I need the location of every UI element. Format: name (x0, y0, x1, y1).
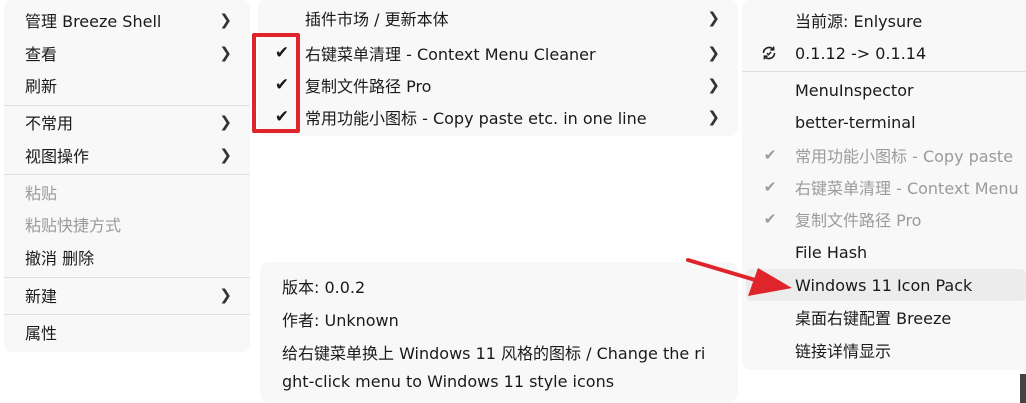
plugin-info-panel: 版本: 0.0.2 作者: Unknown 给右键菜单换上 Windows 11… (260, 262, 738, 402)
menu-item-label: 刷新 (25, 77, 58, 96)
menu-item-label: 常用功能小图标 - Copy paste etc. in one line (305, 109, 647, 128)
menu-item-plugin-better-terminal[interactable]: better-terminal (742, 106, 1026, 138)
menu-item-label: 新建 (25, 287, 58, 306)
menu-item-label: 桌面右键配置 Breeze (795, 309, 952, 328)
menu-item-manage-breeze-shell[interactable]: 管理 Breeze Shell ❯ (4, 4, 250, 36)
menu-item-uncommon[interactable]: 不常用 ❯ (4, 106, 250, 138)
menu-item-plugin-copy-file-path-pro[interactable]: ✔ 复制文件路径 Pro (742, 203, 1026, 235)
menu-item-label: 0.1.12 -> 0.1.14 (795, 43, 927, 63)
menu-item-copy-file-path-pro[interactable]: ✔ 复制文件路径 Pro ❯ (258, 69, 738, 101)
menu-item-label: 不常用 (25, 114, 74, 133)
chevron-right-icon: ❯ (707, 44, 720, 62)
menu-item-label: 链接详情显示 (795, 342, 892, 361)
plugin-description-line2: ght-click menu to Windows 11 style icons (282, 372, 615, 391)
menu-item-label: Windows 11 Icon Pack (795, 275, 973, 295)
menu-item-plugin-market[interactable]: 插件市场 / 更新本体 ❯ (258, 2, 738, 34)
context-menu-plugin-market: 当前源: Enlysure 0.1.12 -> 0.1.14 MenuInspe… (742, 0, 1026, 370)
chevron-right-icon: ❯ (219, 11, 232, 29)
chevron-right-icon: ❯ (219, 113, 232, 131)
annotation-arrow (686, 258, 792, 296)
menu-item-context-menu-cleaner[interactable]: ✔ 右键菜单清理 - Context Menu Cleaner ❯ (258, 37, 738, 69)
menu-item-label: 复制文件路径 Pro (795, 211, 922, 230)
menu-item-new[interactable]: 新建 ❯ (4, 279, 250, 311)
menu-item-label: 撤消 删除 (25, 249, 95, 268)
window-edge-strip (1020, 374, 1026, 403)
menu-separator (4, 314, 250, 315)
menu-item-paste-shortcut: 粘贴快捷方式 (4, 208, 250, 240)
menu-item-label: File Hash (795, 242, 868, 262)
menu-item-label: 右键菜单清理 - Context Menu Cleaner (305, 45, 596, 64)
chevron-right-icon: ❯ (707, 9, 720, 27)
menu-item-plugin-link-details[interactable]: 链接详情显示 (742, 334, 1026, 366)
menu-item-label: 属性 (25, 324, 58, 343)
menu-item-current-source[interactable]: 当前源: Enlysure (742, 4, 1026, 36)
checkmark-icon: ✔ (763, 178, 777, 196)
chevron-right-icon: ❯ (707, 108, 720, 126)
menu-item-view[interactable]: 查看 ❯ (4, 37, 250, 69)
checkmark-icon: ✔ (763, 210, 777, 228)
menu-item-plugin-common-icons[interactable]: ✔ 常用功能小图标 - Copy paste (742, 139, 1026, 171)
menu-item-label: 视图操作 (25, 147, 90, 166)
menu-item-label: MenuInspector (795, 80, 914, 100)
chevron-right-icon: ❯ (219, 44, 232, 62)
menu-item-plugin-context-menu-cleaner[interactable]: ✔ 右键菜单清理 - Context Menu (742, 171, 1026, 203)
menu-item-update[interactable]: 0.1.12 -> 0.1.14 (742, 37, 1026, 69)
context-menu-breeze-shell: 插件市场 / 更新本体 ❯ ✔ 右键菜单清理 - Context Menu Cl… (258, 0, 738, 136)
menu-item-undo-delete[interactable]: 撤消 删除 (4, 241, 250, 273)
menu-item-label: 当前源: Enlysure (795, 12, 923, 31)
plugin-author: 作者: Unknown (282, 311, 399, 330)
menu-item-plugin-desktop-breeze[interactable]: 桌面右键配置 Breeze (742, 301, 1026, 333)
menu-item-label: 管理 Breeze Shell (25, 12, 162, 31)
menu-item-paste: 粘贴 (4, 176, 250, 208)
chevron-right-icon: ❯ (707, 76, 720, 94)
menu-separator (4, 277, 250, 278)
menu-item-refresh[interactable]: 刷新 (4, 69, 250, 101)
checkmark-icon: ✔ (763, 146, 777, 164)
menu-item-label: 查看 (25, 45, 58, 64)
menu-separator (742, 71, 1026, 72)
annotation-highlight-box (252, 33, 300, 133)
menu-item-label: 右键菜单清理 - Context Menu (795, 179, 1019, 198)
menu-item-label: 常用功能小图标 - Copy paste (795, 147, 1014, 166)
menu-item-label: 粘贴快捷方式 (25, 216, 122, 235)
menu-item-plugin-menuinspector[interactable]: MenuInspector (742, 74, 1026, 106)
menu-item-label: 粘贴 (25, 184, 58, 203)
menu-item-label: 插件市场 / 更新本体 (305, 10, 449, 29)
plugin-description-line1: 给右键菜单换上 Windows 11 风格的图标 / Change the ri (282, 344, 706, 363)
menu-item-label: 复制文件路径 Pro (305, 77, 432, 96)
update-sync-icon (760, 37, 778, 69)
menu-item-properties[interactable]: 属性 (4, 316, 250, 348)
chevron-right-icon: ❯ (219, 146, 232, 164)
menu-separator (4, 174, 250, 175)
menu-item-common-icons[interactable]: ✔ 常用功能小图标 - Copy paste etc. in one line … (258, 101, 738, 133)
plugin-version: 版本: 0.0.2 (282, 278, 366, 297)
menu-item-view-operations[interactable]: 视图操作 ❯ (4, 139, 250, 171)
context-menu-main: 管理 Breeze Shell ❯ 查看 ❯ 刷新 不常用 ❯ 视图操作 ❯ 粘… (4, 0, 250, 352)
menu-item-label: better-terminal (795, 112, 916, 132)
chevron-right-icon: ❯ (219, 286, 232, 304)
